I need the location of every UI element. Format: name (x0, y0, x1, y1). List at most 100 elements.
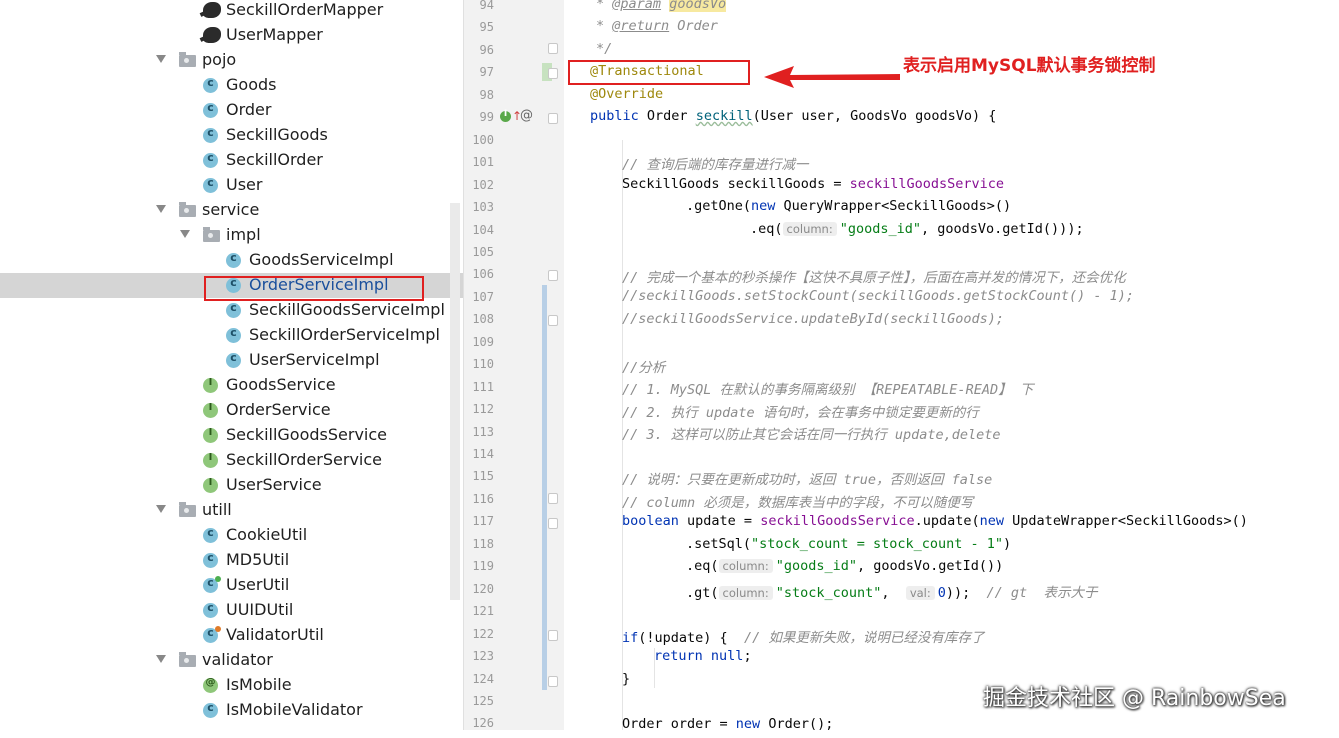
tree-item-uuidutil[interactable]: UUIDUtil (0, 598, 463, 623)
tree-item-user[interactable]: User (0, 173, 463, 198)
fold-marker[interactable] (548, 113, 558, 124)
line-number: 109 (472, 334, 494, 349)
chevron-down-icon[interactable] (180, 230, 190, 238)
tree-item-seckillorderservice[interactable]: SeckillOrderService (0, 448, 463, 473)
fold-marker[interactable] (548, 270, 558, 281)
code-editor[interactable]: * @param goodsVo * @return Order */ @Tra… (564, 0, 1339, 732)
tree-item-goods[interactable]: Goods (0, 73, 463, 98)
tree-item-pojo[interactable]: pojo (0, 48, 463, 73)
tree-item-ismobilevalidator[interactable]: IsMobileValidator (0, 698, 463, 723)
override-at-icon[interactable]: @ (520, 108, 533, 123)
tree-item-utill[interactable]: utill (0, 498, 463, 523)
override-annotation[interactable]: @Override (590, 86, 663, 102)
vcs-change-bar[interactable] (542, 285, 547, 690)
folder-icon (179, 202, 196, 217)
code-text: } (622, 671, 631, 687)
code-text: .getOne( (686, 198, 752, 214)
class-icon (203, 176, 218, 193)
code-text: , goodsVo.getId()) (857, 558, 1004, 574)
tree-item-validatorutil[interactable]: ValidatorUtil (0, 623, 463, 648)
code-line-108: //seckillGoodsService.updateById(seckill… (622, 311, 1004, 333)
field-ref[interactable]: seckillGoodsService (760, 513, 914, 529)
code-line-115: // 说明：只要在更新成功时，返回 true，否则返回 false (622, 468, 992, 490)
code-line-106: // 完成一个基本的秒杀操作【这快不具原子性】，后面在高并发的情况下，还会优化 (622, 266, 1126, 288)
code-text: Order (638, 108, 696, 124)
field-ref[interactable]: seckillGoodsService (850, 176, 1004, 192)
code-text: ; (743, 648, 752, 664)
tree-item-label: CookieUtil (226, 525, 308, 544)
tree-item-goodsservice[interactable]: GoodsService (0, 373, 463, 398)
tree-scrollbar[interactable] (450, 203, 460, 600)
string-literal: "stock_count = stock_count - 1" (751, 536, 1003, 552)
comment: Order (669, 18, 718, 34)
tree-item-service[interactable]: service (0, 198, 463, 223)
chevron-down-icon[interactable] (156, 205, 166, 213)
line-number: 94 (479, 0, 494, 12)
chevron-down-icon[interactable] (156, 505, 166, 513)
annotation-text: 表示启用MySQL默认事务锁控制 (903, 56, 1156, 76)
tree-item-label: Order (226, 100, 272, 119)
fold-marker[interactable] (548, 68, 558, 79)
string-literal: "goods_id" (839, 221, 922, 237)
tree-item-seckillgoodsservice[interactable]: SeckillGoodsService (0, 423, 463, 448)
tree-item-label: UserMapper (226, 25, 323, 44)
fold-marker[interactable] (548, 518, 558, 529)
line-number: 95 (479, 20, 494, 35)
code-line-113: // 3. 这样可以防止其它会话在同一行执行 update,delete (622, 423, 1001, 445)
string-literal: "goods_id" (775, 558, 858, 574)
fold-marker[interactable] (548, 630, 558, 641)
line-number: 114 (472, 447, 494, 461)
code-line-94: * @param goodsVo (596, 0, 727, 18)
tree-item-userserviceimpl[interactable]: UserServiceImpl (0, 348, 463, 373)
code-line-102: SeckillGoods seckillGoods = seckillGoods… (622, 176, 1004, 198)
tree-item-seckillgoods[interactable]: SeckillGoods (0, 123, 463, 148)
class-icon (203, 526, 218, 543)
tree-item-ismobile[interactable]: IsMobile (0, 673, 463, 698)
tree-item-md5util[interactable]: MD5Util (0, 548, 463, 573)
line-number: 98 (479, 87, 494, 102)
tree-item-cookieutil[interactable]: CookieUtil (0, 523, 463, 548)
fold-marker[interactable] (548, 43, 558, 54)
line-number: 112 (472, 402, 494, 417)
tree-item-usermapper[interactable]: UserMapper (0, 23, 463, 48)
fold-marker[interactable] (548, 315, 558, 326)
tree-item-label: SeckillOrder (226, 150, 323, 169)
class-icon (203, 551, 218, 568)
tree-item-validator[interactable]: validator (0, 648, 463, 673)
comment: // 说明：只要在更新成功时，返回 true，否则返回 false (622, 472, 993, 488)
tree-item-orderservice[interactable]: OrderService (0, 398, 463, 423)
tree-item-label: GoodsService (226, 375, 336, 394)
code-line-110: //分析 (622, 356, 665, 378)
tree-item-order[interactable]: Order (0, 98, 463, 123)
comment: // 如果更新失败，说明已经没有库存了 (743, 630, 985, 646)
code-line-117: boolean update = seckillGoodsService.upd… (622, 513, 1248, 535)
tree-item-goodsserviceimpl[interactable]: GoodsServiceImpl (0, 248, 463, 273)
line-number: 100 (472, 132, 494, 147)
tree-item-userutil[interactable]: UserUtil (0, 573, 463, 598)
tree-item-label: impl (226, 225, 261, 244)
line-number: 113 (472, 424, 494, 439)
class-icon (203, 126, 218, 143)
tree-item-seckillorderserviceimpl[interactable]: SeckillOrderServiceImpl (0, 323, 463, 348)
mybatis-icon (203, 2, 221, 18)
tree-item-label: pojo (202, 50, 237, 69)
chevron-down-icon[interactable] (156, 655, 166, 663)
line-number: 99 (479, 110, 494, 125)
code-line-95: * @return Order (596, 18, 718, 40)
fold-marker[interactable] (548, 676, 558, 687)
tree-item-label: validator (202, 650, 273, 669)
tree-item-seckillgoodsserviceimpl[interactable]: SeckillGoodsServiceImpl (0, 298, 463, 323)
tree-item-impl[interactable]: impl (0, 223, 463, 248)
method-name[interactable]: seckill (696, 108, 753, 124)
implements-gutter-icon[interactable] (500, 109, 511, 122)
class-icon (203, 101, 218, 118)
comment: */ (596, 41, 613, 57)
chevron-down-icon[interactable] (156, 55, 166, 63)
code-text: UpdateWrapper<SeckillGoods>() (1004, 513, 1248, 529)
folder-icon (179, 52, 196, 67)
code-line-118: .setSql("stock_count = stock_count - 1") (686, 536, 1011, 558)
tree-item-seckillorder[interactable]: SeckillOrder (0, 148, 463, 173)
tree-item-seckillordermapper[interactable]: SeckillOrderMapper (0, 0, 463, 23)
fold-marker[interactable] (548, 493, 558, 504)
tree-item-userservice[interactable]: UserService (0, 473, 463, 498)
